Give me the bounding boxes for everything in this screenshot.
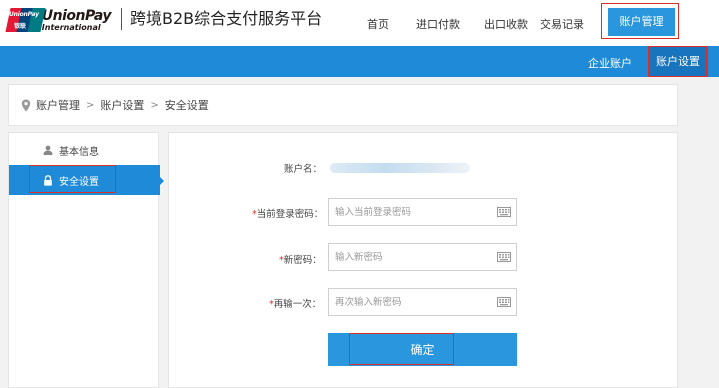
keyboard-icon[interactable] — [497, 207, 511, 217]
subnav-enterprise-account[interactable]: 企业账户 — [588, 55, 632, 71]
current-password-field[interactable] — [328, 198, 517, 226]
nav-account-management[interactable]: 账户管理 — [608, 8, 675, 36]
keyboard-icon[interactable] — [497, 252, 511, 262]
confirm-button[interactable]: 确定 — [328, 333, 517, 366]
new-password-input[interactable] — [329, 244, 489, 270]
sub-navigation-bar: 企业账户 账户设置 — [0, 46, 719, 77]
unionpay-mark-icon: UnionPay 银联 — [5, 8, 46, 32]
confirm-password-input[interactable] — [329, 289, 489, 315]
breadcrumb-account-settings[interactable]: 账户设置 — [100, 97, 144, 113]
sidebar-item-label: 基本信息 — [59, 146, 99, 158]
current-password-input[interactable] — [329, 199, 489, 225]
breadcrumb-security-settings: 安全设置 — [164, 99, 209, 112]
logo-brand-text: UnionPay — [41, 7, 112, 24]
header-divider — [121, 8, 122, 30]
site-title: 跨境B2B综合支付服务平台 — [130, 9, 323, 28]
nav-transaction-records[interactable]: 交易记录 — [540, 16, 584, 32]
nav-import-payment[interactable]: 进口付款 — [416, 16, 460, 32]
confirm-password-label: *再输一次： — [269, 299, 322, 310]
user-icon — [43, 145, 53, 155]
current-password-label: *当前登录密码： — [252, 209, 324, 220]
nav-export-collection[interactable]: 出口收款 — [484, 16, 528, 32]
keyboard-icon[interactable] — [497, 297, 511, 307]
new-password-field[interactable] — [328, 243, 517, 271]
location-pin-icon — [21, 99, 31, 111]
top-header: UnionPay 银联 UnionPay International 跨境B2B… — [0, 0, 719, 46]
account-name-value-masked — [330, 163, 470, 173]
account-name-label: 账户名： — [284, 164, 323, 175]
sidebar-item-security-settings[interactable]: 安全设置 — [9, 165, 160, 195]
sidebar-item-basic-info[interactable]: 基本信息 — [9, 135, 160, 165]
confirm-password-field[interactable] — [328, 288, 517, 316]
breadcrumb-separator: > — [86, 99, 95, 111]
nav-home[interactable]: 首页 — [367, 16, 389, 32]
breadcrumb: 账户管理 > 账户设置 > 安全设置 — [8, 84, 678, 126]
active-menu-arrow — [158, 175, 164, 187]
unionpay-logo[interactable]: UnionPay 银联 UnionPay International — [5, 7, 112, 33]
subnav-account-settings[interactable]: 账户设置 — [648, 46, 708, 77]
sidebar-menu: 基本信息 安全设置 — [8, 132, 160, 388]
breadcrumb-separator: > — [150, 99, 159, 111]
lock-icon — [44, 174, 52, 186]
sidebar-item-label: 安全设置 — [59, 176, 99, 188]
logo-subtext: International — [41, 22, 101, 32]
new-password-label: *新密码： — [279, 255, 322, 266]
breadcrumb-account-management[interactable]: 账户管理 — [36, 97, 80, 113]
